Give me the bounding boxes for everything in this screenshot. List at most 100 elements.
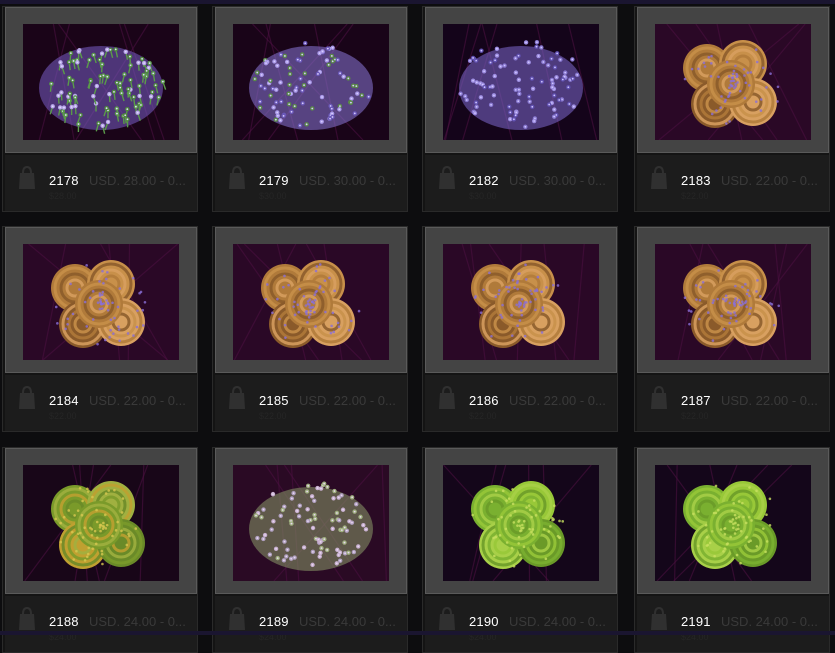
shopping-bag-icon[interactable] [435,165,459,191]
product-info: 2190 USD. 24.00 - 0... $24.00 [425,596,617,652]
shopping-bag-icon[interactable] [647,165,671,191]
product-thumbnail-frame[interactable] [425,7,617,153]
polyp-tip [504,65,506,67]
shopping-bag-icon[interactable] [15,385,39,411]
product-thumbnail-frame[interactable] [425,448,617,594]
product-card-2185[interactable]: 2185 USD. 22.00 - 0... $22.00 [212,226,408,432]
product-image[interactable] [23,465,179,581]
polyp-tip [519,319,522,322]
product-image[interactable] [655,465,811,581]
product-sku[interactable]: 2185 [259,393,289,408]
polyp-tip [52,105,54,107]
product-image[interactable] [233,244,389,360]
product-card-2186[interactable]: 2186 USD. 22.00 - 0... $22.00 [422,226,618,432]
polyp-tip [709,542,712,545]
polyp-tip [728,322,731,325]
polyp-tip [733,311,736,314]
polyp-tip [492,86,494,88]
product-card-2178[interactable]: 2178 USD. 28.00 - 0... $28.00 [2,6,198,212]
polyp-tip [777,304,780,307]
polyp-tip [331,519,333,521]
product-price: USD. 24.00 - 0... [89,614,193,629]
product-thumbnail-frame[interactable] [637,448,829,594]
product-thumbnail-frame[interactable] [215,7,407,153]
product-sku[interactable]: 2191 [681,614,711,629]
product-image[interactable] [23,244,179,360]
product-thumbnail-frame[interactable] [215,227,407,373]
shopping-bag-icon[interactable] [435,385,459,411]
shopping-bag-icon[interactable] [647,385,671,411]
product-card-2183[interactable]: 2183 USD. 22.00 - 0... $22.00 [634,6,830,212]
product-sku[interactable]: 2187 [681,393,711,408]
product-image[interactable] [443,244,599,360]
polyp-tip [712,299,715,302]
polyp-tip [713,555,716,558]
product-card-2184[interactable]: 2184 USD. 22.00 - 0... $22.00 [2,226,198,432]
polyp-tip [307,520,309,522]
polyp-tip [519,530,522,533]
product-thumbnail-frame[interactable] [5,227,197,373]
product-price: USD. 24.00 - 0... [509,614,613,629]
polyp-tip [511,334,514,337]
polyp-tip [106,524,109,527]
product-thumbnail-frame[interactable] [637,227,829,373]
product-card-2189[interactable]: 2189 USD. 24.00 - 0... $24.00 [212,447,408,653]
shopping-bag-icon[interactable] [15,606,39,632]
product-image[interactable] [655,24,811,140]
product-sku[interactable]: 2186 [469,393,499,408]
polyp-tip [535,288,538,291]
product-image[interactable] [233,24,389,140]
polyp-tip [362,524,364,526]
product-sku[interactable]: 2184 [49,393,79,408]
polyp-tip [102,527,105,530]
polyp-tip [507,290,510,293]
product-sku[interactable]: 2188 [49,614,79,629]
polyp-tip [106,271,109,274]
product-card-2190[interactable]: 2190 USD. 24.00 - 0... $24.00 [422,447,618,653]
product-thumbnail-frame[interactable] [5,7,197,153]
polyp-tip [138,62,140,64]
polyp-tip [151,91,153,93]
polyp-tip [120,530,123,533]
product-info: 2186 USD. 22.00 - 0... $22.00 [425,375,617,431]
shopping-bag-icon[interactable] [435,606,459,632]
shopping-bag-icon[interactable] [225,165,249,191]
product-sku[interactable]: 2179 [259,173,289,188]
product-sku[interactable]: 2182 [469,173,499,188]
product-card-2191[interactable]: 2191 USD. 24.00 - 0... $24.00 [634,447,830,653]
product-image[interactable] [443,465,599,581]
polyp-tip [295,90,297,92]
product-image[interactable] [443,24,599,140]
product-sku[interactable]: 2190 [469,614,499,629]
polyp-tip [732,526,735,529]
product-image[interactable] [655,244,811,360]
polyp-tip [558,99,560,101]
polyp-tip [274,61,276,63]
product-sku[interactable]: 2189 [259,614,289,629]
product-card-2182[interactable]: 2182 USD. 30.00 - 0... $30.00 [422,6,618,212]
product-card-2179[interactable]: 2179 USD. 30.00 - 0... $30.00 [212,6,408,212]
shopping-bag-icon[interactable] [225,385,249,411]
product-card-2188[interactable]: 2188 USD. 24.00 - 0... $24.00 [2,447,198,653]
product-thumbnail-frame[interactable] [215,448,407,594]
polyp-tip [150,96,152,98]
product-thumbnail-frame[interactable] [5,448,197,594]
product-image[interactable] [23,24,179,140]
polyp-tip [105,492,108,495]
shopping-bag-icon[interactable] [15,165,39,191]
polyp-tip [349,520,351,522]
shopping-bag-icon[interactable] [225,606,249,632]
product-image[interactable] [233,465,389,581]
polyp-tip [734,65,737,68]
shopping-bag-icon[interactable] [647,606,671,632]
polyp-tip [339,560,341,562]
polyp-tip [513,565,516,568]
product-thumbnail-frame[interactable] [637,7,829,153]
product-card-2187[interactable]: 2187 USD. 22.00 - 0... $22.00 [634,226,830,432]
product-sku[interactable]: 2183 [681,173,711,188]
product-sku[interactable]: 2178 [49,173,79,188]
polyp-tip [535,514,538,517]
polyp-tip [684,296,687,299]
product-thumbnail-frame[interactable] [425,227,617,373]
polyp-tip [116,82,118,84]
